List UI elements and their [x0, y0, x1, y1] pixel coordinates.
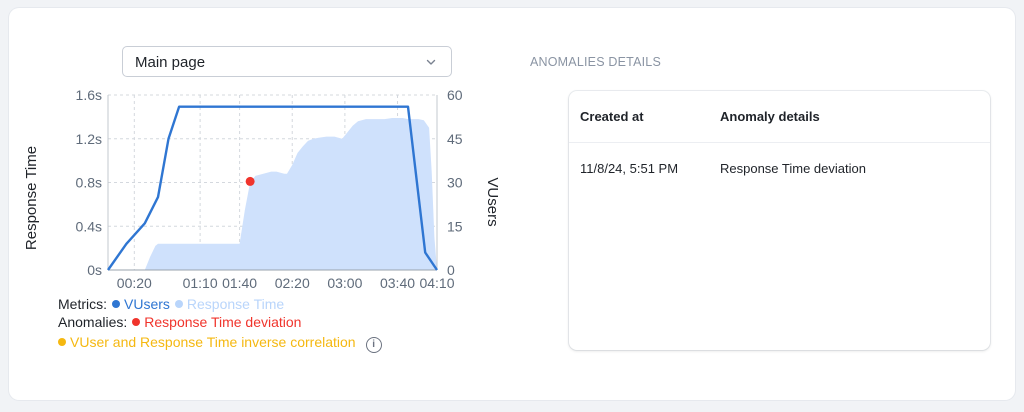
- inverse-correlation-dot: [58, 338, 66, 346]
- x-tick: 00:20: [117, 275, 152, 291]
- y-tick-right: 30: [447, 175, 463, 191]
- response-time-area: [144, 118, 438, 270]
- response-time-deviation-legend-item[interactable]: Response Time deviation: [144, 314, 301, 330]
- metrics-legend: Metrics: VUsers Response Time: [58, 296, 284, 312]
- y-tick-right: 15: [447, 218, 463, 234]
- vusers-legend-dot: [112, 300, 120, 308]
- y-tick-right: 60: [447, 87, 463, 103]
- y-tick-left: 0.4s: [76, 218, 102, 234]
- response-time-legend-item[interactable]: Response Time: [187, 296, 284, 312]
- anomaly-points: [245, 176, 255, 186]
- inverse-correlation-legend-item[interactable]: VUser and Response Time inverse correlat…: [70, 334, 356, 350]
- inverse-correlation-legend: VUser and Response Time inverse correlat…: [53, 334, 382, 353]
- x-tick: 04:10: [419, 275, 454, 291]
- x-tick: 02:20: [275, 275, 310, 291]
- y-axis-label-left: Response Time: [23, 146, 40, 250]
- response-time-legend-dot: [174, 300, 183, 308]
- y-axis-label-right: VUsers: [484, 177, 501, 226]
- y-tick-right: 45: [447, 131, 463, 147]
- x-tick: 01:40: [222, 275, 257, 291]
- response-time-deviation-dot: [132, 318, 141, 326]
- y-tick-left: 0s: [87, 262, 102, 278]
- x-tick: 01:10: [183, 275, 218, 291]
- x-tick: 03:00: [327, 275, 362, 291]
- y-tick-left: 0.8s: [76, 175, 102, 191]
- anomaly-point: [245, 176, 255, 186]
- y-tick-left: 1.2s: [76, 131, 102, 147]
- x-tick: 03:40: [380, 275, 415, 291]
- anomalies-legend-label: Anomalies:: [58, 314, 128, 330]
- y-tick-left: 1.6s: [76, 87, 102, 103]
- info-icon[interactable]: i: [365, 337, 382, 353]
- response-time-area-path: [144, 118, 438, 270]
- metrics-legend-label: Metrics:: [58, 296, 107, 312]
- anomalies-legend: Anomalies: Response Time deviation: [58, 314, 301, 330]
- vusers-legend-item[interactable]: VUsers: [124, 296, 170, 312]
